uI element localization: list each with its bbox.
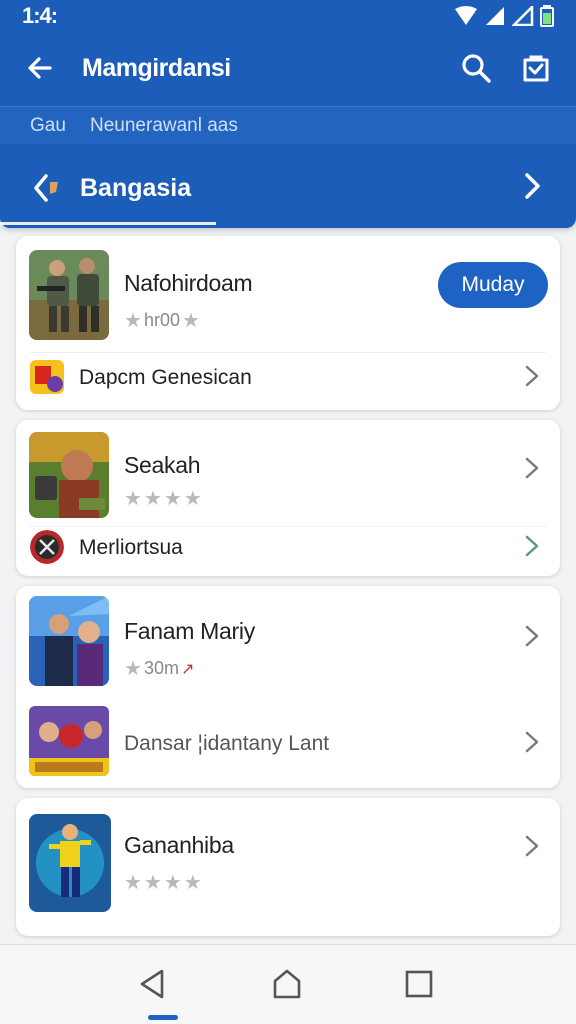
app-rating: ★ 30m ↗ — [124, 656, 194, 681]
trend-icon: ↗ — [180, 660, 195, 678]
category-title: Bangasia — [80, 174, 192, 202]
app-card[interactable]: Gananhiba ★ ★ ★ ★ — [16, 798, 560, 936]
sub-app-icon — [30, 530, 64, 564]
star-icon: ★ — [124, 872, 142, 894]
signal-icon — [486, 7, 504, 25]
nav-recent-apps-icon[interactable] — [402, 967, 436, 1001]
search-button[interactable] — [460, 52, 494, 86]
nav-home-icon[interactable] — [270, 967, 304, 1001]
shopping-bag-button[interactable] — [520, 52, 554, 86]
app-header: 1:4: Mamgirdansi Gau Neunerawanl aas Ban… — [0, 0, 576, 228]
app-card[interactable]: Nafohirdoam ★ hr00 ★ Muday Dapcm Genesic… — [16, 236, 560, 410]
wifi-icon — [455, 6, 477, 25]
app-rating: ★ hr00 ★ — [124, 308, 200, 333]
subbar-label-long[interactable]: Neunerawanl aas — [90, 115, 238, 137]
nav-active-indicator — [148, 1015, 178, 1020]
chevron-right-icon[interactable] — [518, 362, 546, 390]
category-subbar: Gau Neunerawanl aas — [0, 106, 576, 144]
chevron-right-icon[interactable] — [518, 454, 546, 482]
star-icon: ★ — [124, 488, 142, 510]
chevron-right-icon[interactable] — [518, 622, 546, 650]
app-rating: ★ ★ ★ ★ — [124, 870, 202, 895]
previous-category-button[interactable] — [28, 170, 68, 206]
status-time: 1:4: — [22, 3, 58, 28]
star-icon: ★ — [183, 488, 202, 510]
chevron-left-icon — [34, 174, 58, 202]
star-icon: ★ — [143, 872, 162, 894]
app-thumbnail — [29, 432, 109, 518]
install-button[interactable]: Muday — [438, 262, 548, 308]
star-icon: ★ — [124, 310, 142, 332]
page-title: Mamgirdansi — [82, 54, 231, 82]
divider — [30, 526, 546, 527]
title-bar: Mamgirdansi — [0, 40, 576, 98]
app-name: Fanam Mariy — [124, 618, 255, 644]
sub-app-thumbnail — [29, 706, 109, 776]
divider — [30, 352, 546, 353]
app-name: Gananhiba — [124, 832, 234, 858]
rating-text: 30m — [143, 658, 179, 678]
next-category-button[interactable] — [516, 170, 552, 206]
category-navigation: Bangasia — [0, 160, 576, 216]
app-thumbnail — [29, 250, 109, 340]
chevron-right-icon — [525, 173, 540, 199]
arrow-left-icon — [28, 57, 52, 79]
chevron-right-icon[interactable] — [518, 728, 546, 756]
star-icon: ★ — [163, 872, 182, 894]
star-icon: ★ — [163, 488, 182, 510]
star-icon: ★ — [124, 658, 142, 680]
app-thumbnail — [29, 814, 111, 912]
app-rating: ★ ★ ★ ★ — [124, 486, 202, 511]
app-card[interactable]: Fanam Mariy ★ 30m ↗ Dansar ¦idantany Lan… — [16, 586, 560, 788]
app-screen: 1:4: Mamgirdansi Gau Neunerawanl aas Ban… — [0, 0, 576, 1024]
sub-app-icon — [30, 360, 64, 394]
star-icon: ★ — [143, 488, 162, 510]
chevron-right-icon[interactable] — [518, 832, 546, 860]
star-icon: ★ — [183, 872, 202, 894]
app-name: Nafohirdoam — [124, 270, 253, 296]
sub-app-label[interactable]: Merliortsua — [79, 536, 183, 560]
battery-icon — [540, 5, 554, 27]
app-thumbnail — [29, 596, 109, 686]
tab-indicator — [0, 222, 216, 225]
system-icons — [454, 5, 554, 27]
back-button[interactable] — [24, 52, 56, 84]
app-name: Seakah — [124, 452, 201, 478]
subbar-label-short[interactable]: Gau — [30, 115, 66, 137]
status-bar: 1:4: — [0, 0, 576, 32]
app-card[interactable]: Seakah ★ ★ ★ ★ Merliortsua — [16, 420, 560, 576]
sub-app-label[interactable]: Dapcm Genesican — [79, 366, 252, 390]
nav-back-icon[interactable] — [136, 967, 170, 1001]
system-navigation-bar — [0, 944, 576, 1024]
sub-app-label[interactable]: Dansar ¦idantany Lant — [124, 732, 329, 756]
signal-secondary-icon — [512, 6, 534, 26]
search-icon — [462, 54, 491, 83]
star-icon: ★ — [181, 310, 200, 332]
chevron-right-icon[interactable] — [518, 532, 546, 560]
rating-text: hr00 — [143, 310, 180, 330]
shopping-bag-icon — [523, 55, 549, 82]
